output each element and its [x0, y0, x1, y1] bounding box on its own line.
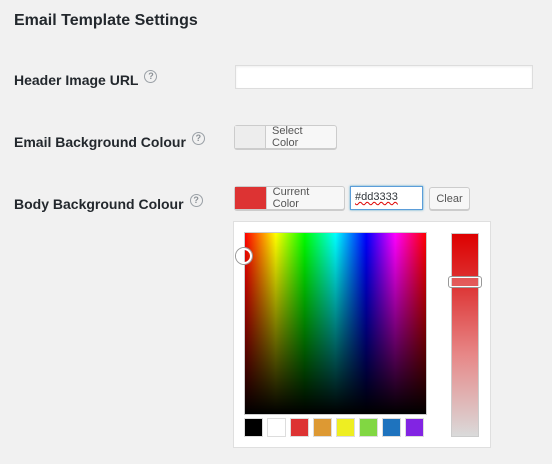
- palette-swatch[interactable]: [290, 418, 309, 437]
- hex-color-input[interactable]: #dd3333: [350, 186, 423, 210]
- palette-swatch[interactable]: [359, 418, 378, 437]
- hue-slider[interactable]: [451, 233, 479, 437]
- palette-swatch[interactable]: [336, 418, 355, 437]
- help-icon[interactable]: ?: [191, 131, 205, 145]
- email-bg-select-color-button[interactable]: Select Color: [234, 125, 337, 149]
- hue-slider-handle[interactable]: [448, 276, 482, 288]
- clear-label: Clear: [436, 192, 463, 205]
- page-title: Email Template Settings: [14, 12, 198, 29]
- palette-swatch[interactable]: [313, 418, 332, 437]
- help-icon[interactable]: ?: [189, 193, 203, 207]
- header-image-url-input[interactable]: [235, 65, 533, 89]
- palette-swatch[interactable]: [267, 418, 286, 437]
- body-bg-current-color-button[interactable]: Current Color: [234, 186, 345, 210]
- color-swatch: [235, 126, 266, 148]
- palette-swatch[interactable]: [382, 418, 401, 437]
- color-square[interactable]: [244, 232, 427, 415]
- email-bg-label: Email Background Colour: [14, 134, 186, 150]
- body-bg-label-row: Body Background Colour ?: [14, 193, 203, 212]
- header-image-label: Header Image URL: [14, 72, 139, 88]
- color-swatch: [235, 187, 267, 209]
- clear-button[interactable]: Clear: [429, 187, 470, 210]
- current-color-label: Current Color: [272, 186, 310, 210]
- palette-swatch[interactable]: [405, 418, 424, 437]
- color-palette: [244, 418, 424, 437]
- email-bg-label-row: Email Background Colour ?: [14, 131, 205, 150]
- hex-value: #dd3333: [355, 191, 398, 203]
- select-color-label: Select Color: [272, 125, 303, 149]
- header-image-label-row: Header Image URL ?: [14, 69, 158, 88]
- palette-swatch[interactable]: [244, 418, 263, 437]
- body-bg-label: Body Background Colour: [14, 196, 184, 212]
- color-square-handle[interactable]: [236, 248, 252, 264]
- help-icon[interactable]: ?: [144, 69, 158, 83]
